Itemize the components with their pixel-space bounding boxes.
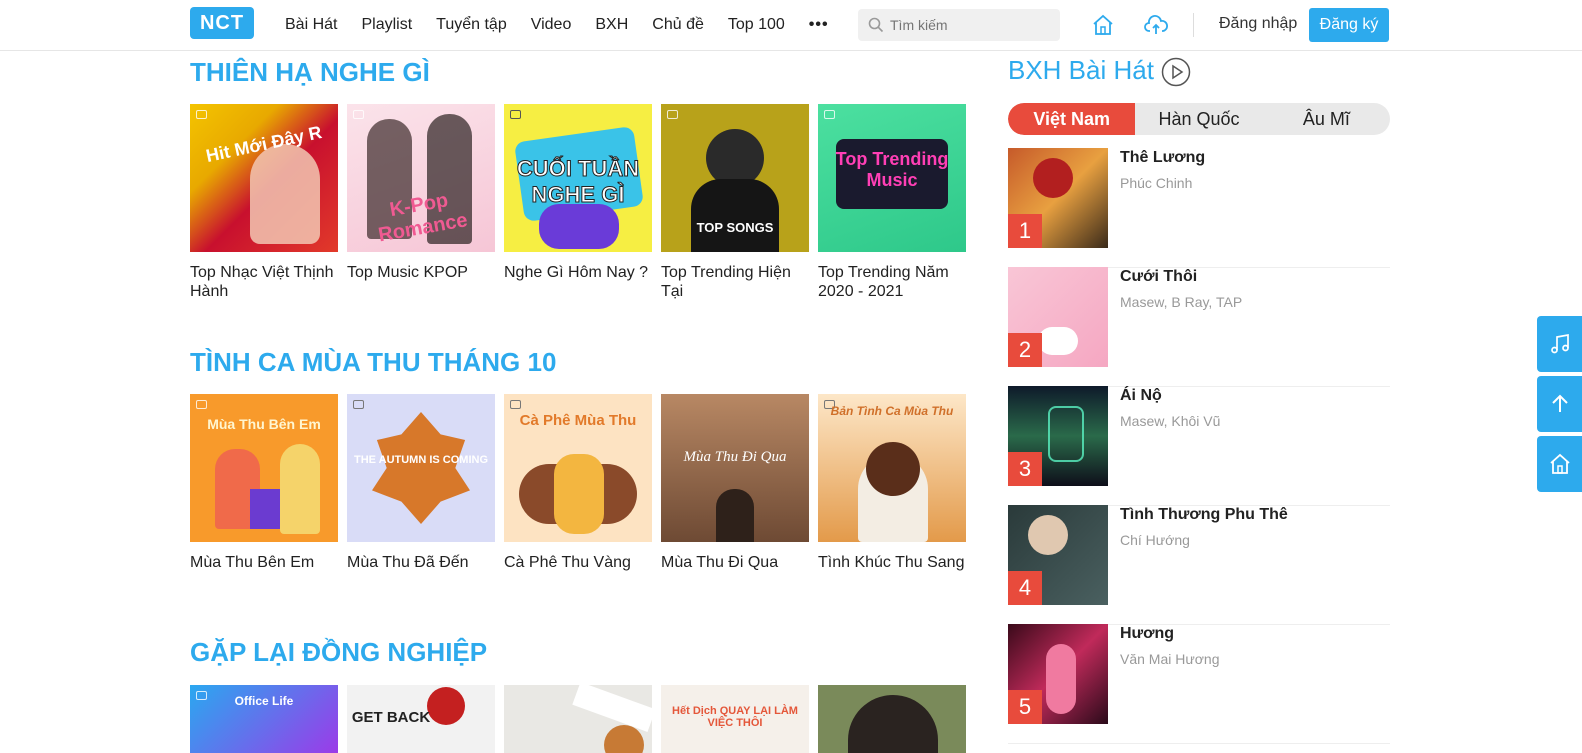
playlist-cover[interactable]: Office Life	[190, 685, 338, 753]
playlist-title[interactable]: Mùa Thu Bên Em	[190, 553, 338, 572]
chart-row[interactable]: 2 Cưới Thôi Masew, B Ray, TAP	[1008, 267, 1390, 387]
song-title[interactable]: Hương	[1120, 625, 1174, 643]
tab-au-mi[interactable]: Âu Mĩ	[1263, 103, 1390, 135]
playlist-title[interactable]: Nghe Gì Hôm Nay ?	[504, 263, 652, 282]
playlist-title[interactable]: Tình Khúc Thu Sang	[818, 553, 966, 572]
chart-title[interactable]: BXH Bài Hát	[1008, 55, 1154, 86]
playlist-cover[interactable]: GET BACK	[347, 685, 495, 753]
login-link[interactable]: Đăng nhập	[1219, 15, 1297, 33]
playlist-cover[interactable]: TOP SONGS	[661, 104, 809, 252]
song-artist[interactable]: Văn Mai Hương	[1120, 651, 1219, 667]
nct-logo[interactable]: NCT	[190, 7, 254, 39]
playlist-title[interactable]: Top Trending Hiện Tại	[661, 263, 809, 301]
music-note-button[interactable]	[1537, 316, 1582, 372]
playlist-card[interactable]: Cà Phê Mùa Thu Cà Phê Thu Vàng	[504, 394, 652, 572]
register-button[interactable]: Đăng ký	[1309, 8, 1389, 42]
nav-top-100[interactable]: Top 100	[728, 16, 785, 34]
song-artist[interactable]: Masew, B Ray, TAP	[1120, 294, 1242, 310]
playlist-title[interactable]: Top Nhạc Việt Thịnh Hành	[190, 263, 338, 301]
playlist-title[interactable]: Top Music KPOP	[347, 263, 495, 282]
chart-row[interactable]: 5 Hương Văn Mai Hương	[1008, 624, 1390, 744]
home-float-button[interactable]	[1537, 436, 1582, 492]
playlist-cover[interactable]	[504, 685, 652, 753]
song-cover[interactable]: 3	[1008, 386, 1108, 486]
playlist-title[interactable]: Top Trending Năm 2020 - 2021	[818, 263, 966, 301]
playlist-card[interactable]: TOP SONGS Top Trending Hiện Tại	[661, 104, 809, 301]
chart-row[interactable]: 4 Tình Thương Phu Thê Chí Hướng	[1008, 505, 1390, 625]
search-box[interactable]	[858, 9, 1060, 41]
rank-badge: 2	[1008, 333, 1042, 367]
playlist-title[interactable]: Mùa Thu Đi Qua	[661, 553, 809, 572]
scroll-top-button[interactable]	[1537, 376, 1582, 432]
playlist-cover[interactable]: Top Trending Music	[818, 104, 966, 252]
playlist-card[interactable]: Mùa Thu Đi Qua Mùa Thu Đi Qua	[661, 394, 809, 572]
playlist-card[interactable]	[818, 685, 966, 753]
playlist-card[interactable]: Hết Dịch QUAY LẠI LÀM VIỆC THÔI	[661, 685, 809, 753]
song-cover[interactable]: 1	[1008, 148, 1108, 248]
playlist-card[interactable]: Hit Mới Đây R Top Nhạc Việt Thịnh Hành	[190, 104, 338, 301]
search-icon	[868, 17, 884, 33]
song-cover[interactable]: 2	[1008, 267, 1108, 367]
play-circle-icon[interactable]	[1161, 57, 1191, 87]
home-icon	[1549, 453, 1570, 474]
music-note-icon	[1550, 333, 1569, 354]
main-nav: Bài Hát Playlist Tuyển tập Video BXH Chủ…	[285, 0, 829, 50]
search-input[interactable]	[890, 17, 1050, 33]
playlist-card[interactable]: Mùa Thu Bên Em Mùa Thu Bên Em	[190, 394, 338, 572]
playlist-cover[interactable]: Mùa Thu Bên Em	[190, 394, 338, 542]
song-title[interactable]: Cưới Thôi	[1120, 268, 1197, 286]
playlist-cover[interactable]: CUỐI TUẦN NGHE GÌ	[504, 104, 652, 252]
section-title-gap-lai[interactable]: GẶP LẠI ĐỒNG NGHIỆP	[190, 637, 487, 668]
playlist-card[interactable]	[504, 685, 652, 753]
playlist-card[interactable]: Office Life	[190, 685, 338, 753]
top-header: NCT Bài Hát Playlist Tuyển tập Video BXH…	[0, 0, 1582, 51]
nav-video[interactable]: Video	[531, 16, 572, 34]
nav-bxh[interactable]: BXH	[595, 16, 628, 34]
header-divider	[1193, 13, 1194, 37]
nav-playlist[interactable]: Playlist	[361, 16, 412, 34]
more-menu-icon[interactable]: •••	[809, 16, 829, 34]
playlist-card[interactable]: K-Pop Romance Top Music KPOP	[347, 104, 495, 282]
chart-row[interactable]: 1 Thê Lương Phúc Chinh	[1008, 148, 1390, 268]
playlist-cover[interactable]: THE AUTUMN IS COMING	[347, 394, 495, 542]
playlist-card[interactable]: GET BACK	[347, 685, 495, 753]
tab-han-quoc[interactable]: Hàn Quốc	[1135, 103, 1262, 135]
song-artist[interactable]: Chí Hướng	[1120, 532, 1190, 548]
arrow-up-icon	[1551, 394, 1568, 412]
playlist-cover[interactable]: K-Pop Romance	[347, 104, 495, 252]
song-cover[interactable]: 5	[1008, 624, 1108, 724]
playlist-cover[interactable]: Mùa Thu Đi Qua	[661, 394, 809, 542]
playlist-card[interactable]: CUỐI TUẦN NGHE GÌ Nghe Gì Hôm Nay ?	[504, 104, 652, 282]
song-title[interactable]: Thê Lương	[1120, 149, 1205, 167]
song-cover[interactable]: 4	[1008, 505, 1108, 605]
chart-row[interactable]: 3 Ái Nộ Masew, Khôi Vũ	[1008, 386, 1390, 506]
upload-cloud-icon[interactable]	[1143, 12, 1169, 38]
nav-tuyen-tap[interactable]: Tuyển tập	[436, 16, 507, 34]
playlist-card[interactable]: THE AUTUMN IS COMING Mùa Thu Đã Đến	[347, 394, 495, 572]
rank-badge: 3	[1008, 452, 1042, 486]
playlist-cover[interactable]: Bản Tình Ca Mùa Thu	[818, 394, 966, 542]
tab-viet-nam[interactable]: Việt Nam	[1008, 103, 1136, 135]
playlist-title[interactable]: Cà Phê Thu Vàng	[504, 553, 652, 572]
nav-bai-hat[interactable]: Bài Hát	[285, 16, 337, 34]
rank-badge: 5	[1008, 690, 1042, 724]
playlist-cover[interactable]: Cà Phê Mùa Thu	[504, 394, 652, 542]
playlist-card[interactable]: Top Trending Music Top Trending Năm 2020…	[818, 104, 966, 301]
playlist-cover[interactable]: Hết Dịch QUAY LẠI LÀM VIỆC THÔI	[661, 685, 809, 753]
section-title-tinh-ca[interactable]: TÌNH CA MÙA THU THÁNG 10	[190, 347, 556, 378]
playlist-title[interactable]: Mùa Thu Đã Đến	[347, 553, 495, 572]
rank-badge: 1	[1008, 214, 1042, 248]
playlist-cover[interactable]: Hit Mới Đây R	[190, 104, 338, 252]
song-artist[interactable]: Masew, Khôi Vũ	[1120, 413, 1220, 429]
nav-chu-de[interactable]: Chủ đề	[652, 16, 704, 34]
home-icon[interactable]	[1090, 12, 1116, 38]
rank-badge: 4	[1008, 571, 1042, 605]
section-title-thien-ha[interactable]: THIÊN HẠ NGHE GÌ	[190, 57, 430, 88]
playlist-card[interactable]: Bản Tình Ca Mùa Thu Tình Khúc Thu Sang	[818, 394, 966, 572]
song-artist[interactable]: Phúc Chinh	[1120, 175, 1192, 191]
song-title[interactable]: Tình Thương Phu Thê	[1120, 506, 1288, 524]
chart-tabs: Việt Nam Hàn Quốc Âu Mĩ	[1008, 103, 1390, 135]
playlist-cover[interactable]	[818, 685, 966, 753]
song-title[interactable]: Ái Nộ	[1120, 387, 1162, 405]
